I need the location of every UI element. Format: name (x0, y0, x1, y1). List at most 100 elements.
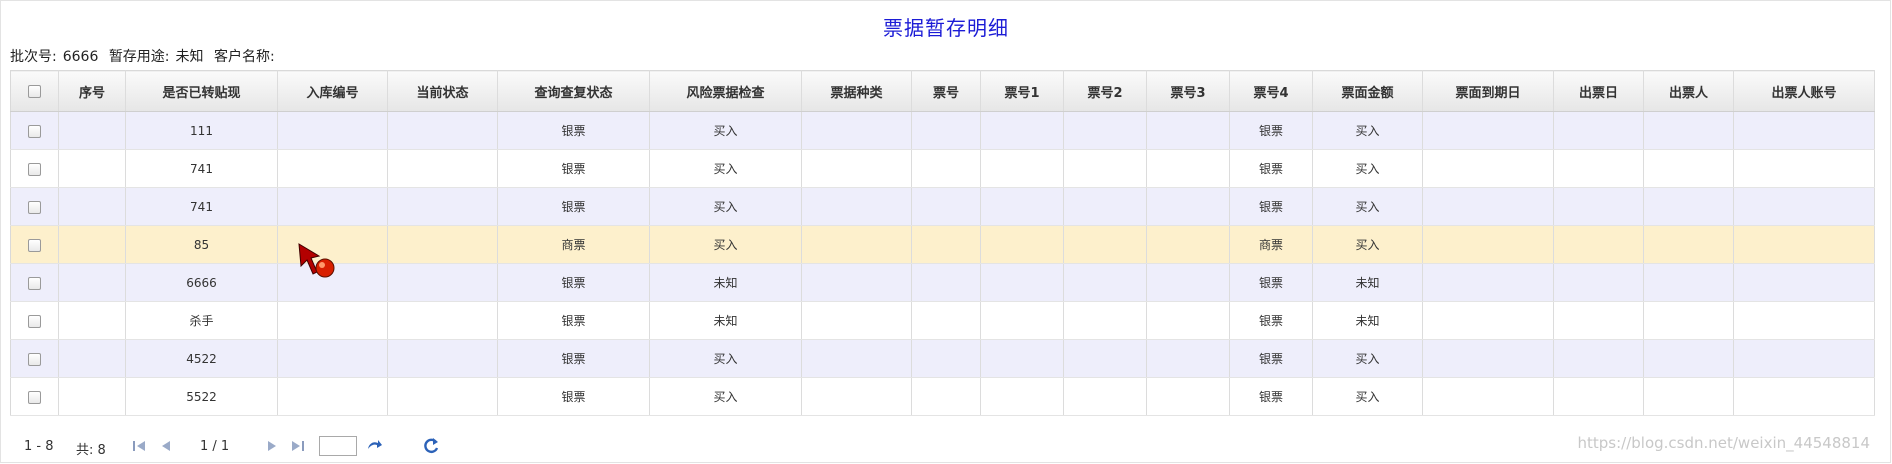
row-select-cell[interactable] (10, 111, 59, 150)
row-select-cell[interactable] (10, 339, 59, 378)
table-cell: 买入 (649, 187, 802, 226)
column-header[interactable]: 风险票据检查 (649, 70, 802, 112)
column-header[interactable]: 票据种类 (801, 70, 912, 112)
table-cell (801, 225, 912, 264)
table-cell (1146, 377, 1230, 416)
column-header[interactable]: 出票人账号 (1733, 70, 1875, 112)
row-checkbox[interactable] (28, 238, 41, 252)
table-cell (1146, 187, 1230, 226)
table-row[interactable]: 741 银票 买入 银票 买入 (10, 187, 1875, 226)
column-header[interactable]: 票号4 (1229, 70, 1313, 112)
table-cell: 银票 (1229, 377, 1313, 416)
prev-page-icon[interactable] (157, 437, 175, 455)
table-cell: 银票 (1229, 149, 1313, 188)
bill-detail-table: 序号 是否已转贴现 入库编号 当前状态 查询查复状态 风险票据检查 票据种类 票… (10, 70, 1875, 416)
table-cell (277, 339, 388, 378)
go-page-icon[interactable] (365, 437, 383, 455)
table-cell (1643, 263, 1734, 302)
table-cell: 买入 (649, 225, 802, 264)
table-cell: 85 (125, 225, 278, 264)
table-cell (58, 225, 126, 264)
table-row[interactable]: 111 银票 买入 银票 买入 (10, 111, 1875, 150)
column-header[interactable]: 出票人 (1643, 70, 1734, 112)
table-cell: 4522 (125, 339, 278, 378)
next-page-icon[interactable] (263, 437, 281, 455)
row-select-cell[interactable] (10, 263, 59, 302)
table-row[interactable]: 4522 银票 买入 银票 买入 (10, 339, 1875, 378)
row-select-cell[interactable] (10, 301, 59, 340)
table-cell (1553, 111, 1644, 150)
row-checkbox[interactable] (28, 124, 41, 138)
table-cell (58, 301, 126, 340)
select-all-checkbox[interactable] (28, 84, 41, 98)
table-cell (980, 263, 1064, 302)
table-cell (277, 377, 388, 416)
select-all-header[interactable] (10, 70, 59, 112)
table-row[interactable]: 杀手 银票 未知 银票 未知 (10, 301, 1875, 340)
table-cell (58, 339, 126, 378)
column-header[interactable]: 票号 (911, 70, 981, 112)
row-checkbox[interactable] (28, 162, 41, 176)
table-cell: 买入 (649, 377, 802, 416)
table-cell: 未知 (649, 301, 802, 340)
table-cell (801, 149, 912, 188)
column-header[interactable]: 票号2 (1063, 70, 1147, 112)
table-row[interactable]: 741 银票 买入 银票 买入 (10, 149, 1875, 188)
table-cell (801, 301, 912, 340)
table-cell: 买入 (1312, 377, 1423, 416)
table-cell: 买入 (1312, 111, 1423, 150)
table-row[interactable]: 5522 银票 买入 银票 买入 (10, 377, 1875, 416)
table-cell (1146, 263, 1230, 302)
table-cell: 杀手 (125, 301, 278, 340)
column-header[interactable]: 序号 (58, 70, 126, 112)
row-select-cell[interactable] (10, 149, 59, 188)
table-cell (1733, 263, 1875, 302)
table-cell (911, 263, 981, 302)
row-checkbox[interactable] (28, 390, 41, 404)
column-header[interactable]: 票面到期日 (1422, 70, 1554, 112)
refresh-icon[interactable] (422, 437, 440, 455)
table-cell: 银票 (1229, 111, 1313, 150)
column-header[interactable]: 出票日 (1553, 70, 1644, 112)
table-row[interactable]: 85 商票 买入 商票 买入 (10, 225, 1875, 264)
last-page-icon[interactable] (289, 437, 307, 455)
table-cell: 银票 (497, 111, 650, 150)
row-select-cell[interactable] (10, 187, 59, 226)
row-select-cell[interactable] (10, 225, 59, 264)
table-cell: 买入 (1312, 187, 1423, 226)
table-cell: 741 (125, 149, 278, 188)
first-page-icon[interactable] (130, 437, 148, 455)
table-cell (980, 225, 1064, 264)
column-header[interactable]: 是否已转贴现 (125, 70, 278, 112)
column-header[interactable]: 票号1 (980, 70, 1064, 112)
page-number-input[interactable] (319, 436, 357, 456)
table-cell (1422, 263, 1554, 302)
table-cell: 741 (125, 187, 278, 226)
column-header[interactable]: 票号3 (1146, 70, 1230, 112)
table-cell (277, 187, 388, 226)
table-cell (1422, 339, 1554, 378)
column-header[interactable]: 入库编号 (277, 70, 388, 112)
pager-range: 1 - 8 (24, 439, 54, 454)
column-header[interactable]: 查询查复状态 (497, 70, 650, 112)
row-checkbox[interactable] (28, 276, 41, 290)
table-cell (1553, 225, 1644, 264)
table-row[interactable]: 6666 银票 未知 银票 未知 (10, 263, 1875, 302)
table-cell (277, 111, 388, 150)
column-header[interactable]: 票面金额 (1312, 70, 1423, 112)
batch-info-bar: 批次号: 6666 暂存用途: 未知 客户名称: (10, 46, 281, 66)
row-select-cell[interactable] (10, 377, 59, 416)
table-cell (801, 263, 912, 302)
watermark-text: https://blog.csdn.net/weixin_44548814 (1577, 434, 1870, 452)
table-cell: 商票 (1229, 225, 1313, 264)
table-cell (387, 225, 498, 264)
table-header-row: 序号 是否已转贴现 入库编号 当前状态 查询查复状态 风险票据检查 票据种类 票… (10, 70, 1875, 112)
table-cell (1422, 225, 1554, 264)
row-checkbox[interactable] (28, 352, 41, 366)
row-checkbox[interactable] (28, 314, 41, 328)
table-cell (277, 301, 388, 340)
row-checkbox[interactable] (28, 200, 41, 214)
table-cell (1553, 187, 1644, 226)
table-cell: 买入 (649, 339, 802, 378)
column-header[interactable]: 当前状态 (387, 70, 498, 112)
